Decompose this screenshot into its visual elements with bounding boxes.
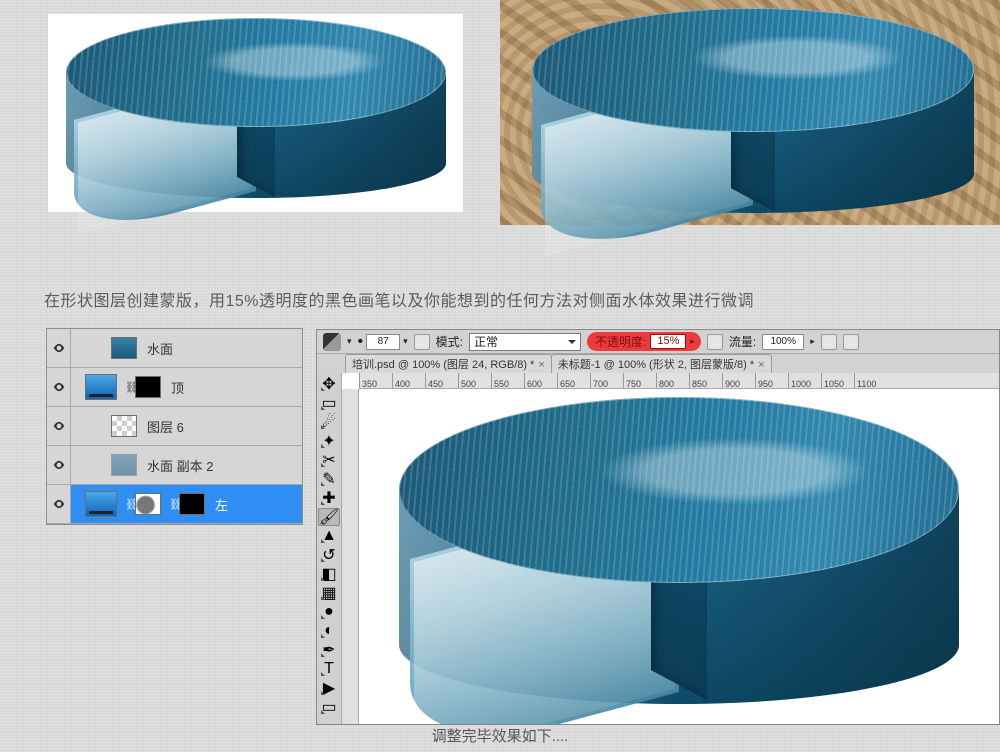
doc-tab[interactable]: 培训.psd @ 100% (图层 24, RGB/8) *× — [345, 354, 552, 373]
options-bar: ▾ •87▾ 模式: 正常 不透明度: 15% ▸ 流量: 100%▸ — [317, 330, 999, 354]
link-icon: ⛓ — [169, 498, 177, 511]
close-icon[interactable]: × — [538, 359, 544, 371]
ruler-vertical — [342, 389, 359, 724]
pressure-size-icon[interactable] — [843, 334, 859, 350]
layer-name: 顶 — [167, 378, 302, 397]
eyedropper-tool-icon[interactable]: ✎ — [318, 470, 340, 488]
label-opacity: 不透明度: — [595, 333, 646, 350]
label-mode: 模式: — [436, 333, 463, 350]
layer-row[interactable]: 水面 副本 2 — [47, 446, 302, 485]
visibility-eye-icon[interactable] — [47, 368, 71, 406]
pressure-opacity-icon[interactable] — [707, 334, 723, 350]
opacity-value[interactable]: 15% — [650, 334, 686, 349]
dodge-tool-icon[interactable]: ◐ — [318, 622, 340, 640]
brush-tool-icon[interactable] — [323, 333, 341, 351]
toolbox: ✥ ▭ ☄ ✦ ✂ ✎ ✚ 🖌 ▲ ↺ ◧ ▦ ● ◐ ✒ T ▶ ▭ — [317, 373, 342, 724]
layer-name: 左 — [211, 495, 302, 514]
visibility-eye-icon[interactable] — [47, 407, 71, 445]
brush-preset-icon[interactable] — [414, 334, 430, 350]
history-brush-icon[interactable]: ↺ — [318, 546, 340, 564]
lasso-tool-icon[interactable]: ☄ — [318, 413, 340, 431]
result-image-sand-bg — [500, 0, 1000, 225]
link-icon: ⛓ — [125, 381, 133, 394]
layer-thumb — [111, 415, 137, 437]
canvas[interactable] — [359, 389, 999, 724]
document-tabs: 培训.psd @ 100% (图层 24, RGB/8) *× 未标题-1 @ … — [317, 354, 999, 373]
visibility-eye-icon[interactable] — [47, 329, 71, 367]
footer-text: 调整完毕效果如下.... — [0, 725, 1000, 746]
airbrush-icon[interactable] — [821, 334, 837, 350]
doc-tab[interactable]: 未标题-1 @ 100% (形状 2, 图层蒙版/8) *× — [551, 354, 772, 373]
layer-thumb — [85, 374, 117, 400]
brush-size[interactable]: 87 — [366, 334, 400, 350]
wand-tool-icon[interactable]: ✦ — [318, 432, 340, 450]
layer-thumb — [111, 454, 137, 476]
layer-name: 图层 6 — [143, 417, 302, 436]
vector-mask-thumb — [179, 493, 205, 515]
result-image-white-bg — [48, 14, 463, 212]
marquee-tool-icon[interactable]: ▭ — [318, 394, 340, 412]
shape-tool-icon[interactable]: ▭ — [318, 698, 340, 716]
label-flow: 流量: — [729, 333, 756, 350]
opacity-highlight: 不透明度: 15% ▸ — [587, 332, 701, 351]
pen-tool-icon[interactable]: ✒ — [318, 641, 340, 659]
brush-tool-icon[interactable]: 🖌 — [318, 508, 340, 526]
layers-panel: 水面 ⛓ 顶 图层 6 水面 副本 2 ⛓ ⛓ 左 — [46, 328, 303, 525]
layer-row[interactable]: 图层 6 — [47, 407, 302, 446]
layer-row[interactable]: 水面 — [47, 329, 302, 368]
layer-row-selected[interactable]: ⛓ ⛓ 左 — [47, 485, 302, 524]
eraser-tool-icon[interactable]: ◧ — [318, 565, 340, 583]
visibility-eye-icon[interactable] — [47, 446, 71, 484]
stamp-tool-icon[interactable]: ▲ — [318, 527, 340, 545]
flow-value[interactable]: 100% — [762, 334, 804, 350]
layer-row[interactable]: ⛓ 顶 — [47, 368, 302, 407]
instruction-text: 在形状图层创建蒙版，用15%透明度的黑色画笔以及你能想到的任何方法对侧面水体效果… — [44, 287, 956, 311]
layer-name: 水面 — [143, 339, 302, 358]
close-icon[interactable]: × — [758, 359, 764, 371]
crop-tool-icon[interactable]: ✂ — [318, 451, 340, 469]
mode-dropdown[interactable]: 正常 — [469, 333, 581, 351]
layer-name: 水面 副本 2 — [143, 456, 302, 475]
gradient-tool-icon[interactable]: ▦ — [318, 584, 340, 602]
mask-thumb — [135, 376, 161, 398]
photoshop-panel: ▾ •87▾ 模式: 正常 不透明度: 15% ▸ 流量: 100%▸ 培训.p… — [316, 329, 1000, 725]
blur-tool-icon[interactable]: ● — [318, 603, 340, 621]
path-select-icon[interactable]: ▶ — [318, 679, 340, 697]
link-icon: ⛓ — [125, 498, 133, 511]
ruler-horizontal: 350400450500 550600650700 750800850900 9… — [359, 373, 999, 389]
heal-tool-icon[interactable]: ✚ — [318, 489, 340, 507]
type-tool-icon[interactable]: T — [318, 660, 340, 678]
canvas-area: 350400450500 550600650700 750800850900 9… — [342, 373, 999, 724]
layer-thumb — [111, 337, 137, 359]
move-tool-icon[interactable]: ✥ — [318, 375, 340, 393]
mask-thumb — [135, 493, 161, 515]
layer-thumb — [85, 491, 117, 517]
visibility-eye-icon[interactable] — [47, 485, 71, 523]
